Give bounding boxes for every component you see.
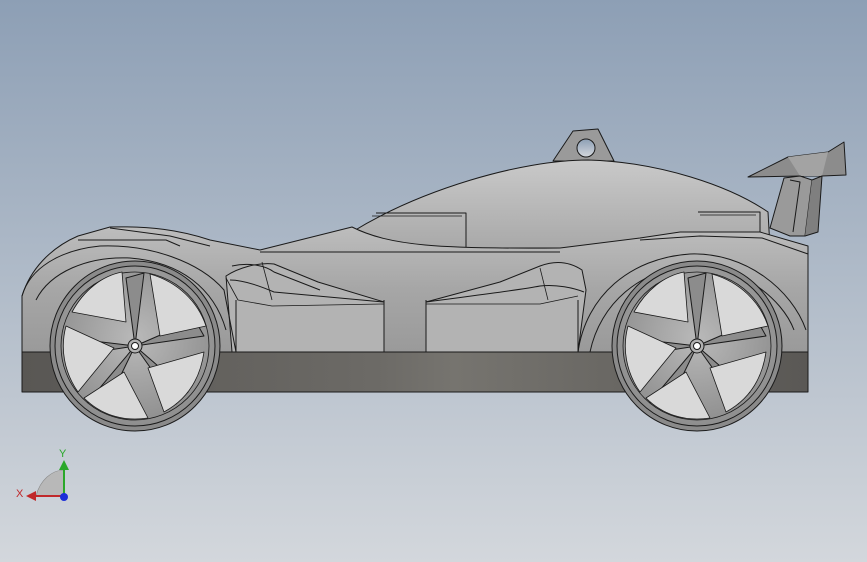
graphics-viewport[interactable]: Y X xyxy=(0,0,867,562)
cad-scene[interactable]: Y X xyxy=(0,0,867,562)
front-wheel[interactable] xyxy=(49,260,221,432)
triad-y-label: Y xyxy=(59,448,67,460)
rear-wheel[interactable] xyxy=(611,260,783,432)
triad-z-axis xyxy=(60,493,68,501)
triad-x-label: X xyxy=(16,488,24,500)
